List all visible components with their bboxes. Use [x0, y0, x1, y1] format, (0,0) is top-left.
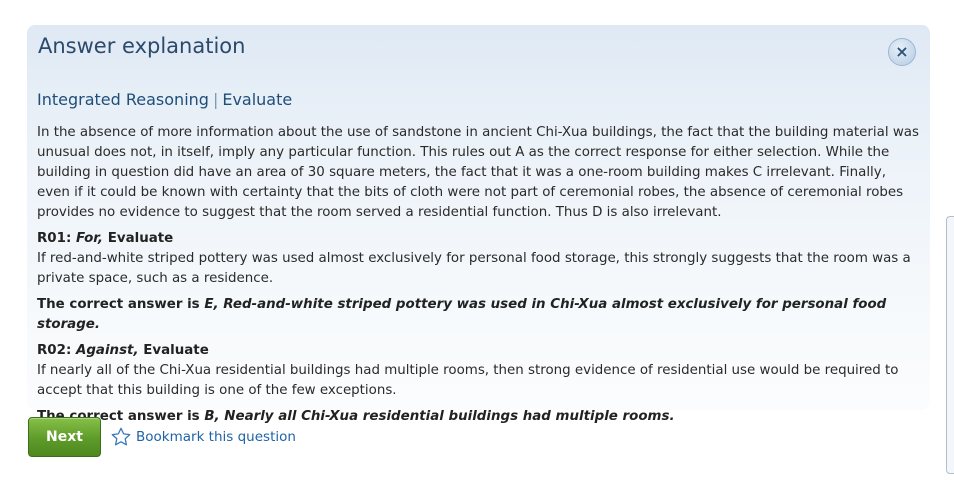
subtitle-separator: |	[212, 90, 219, 109]
r02-heading: R02: Against, Evaluate	[37, 341, 922, 361]
star-outline-icon	[111, 427, 131, 446]
explanation-intro: In the absence of more information about…	[37, 125, 919, 220]
close-button[interactable]: ×	[888, 38, 916, 66]
vertical-scrollbar[interactable]	[946, 216, 954, 474]
r01-correct-answer: The correct answer is E, Red-and-white s…	[37, 295, 922, 335]
r02-correct-answer: The correct answer is B, Nearly all Chi-…	[37, 407, 922, 427]
r02-code: R02:	[37, 343, 72, 358]
bookmark-question-link[interactable]: Bookmark this question	[110, 425, 296, 449]
r02-stance: Against,	[75, 343, 139, 358]
r01-answer-prefix: The correct answer is	[37, 297, 200, 312]
r01-heading: R01: For, Evaluate	[37, 229, 922, 249]
r01-type: Evaluate	[107, 231, 174, 246]
section-subtitle: Integrated Reasoning | Evaluate	[37, 90, 292, 109]
r01-text: If red-and-white striped pottery was use…	[37, 251, 911, 286]
close-icon: ×	[895, 42, 909, 61]
explanation-body: In the absence of more information about…	[37, 123, 922, 433]
r02-answer-value: B, Nearly all Chi-Xua residential buildi…	[204, 409, 675, 424]
bookmark-label: Bookmark this question	[136, 429, 296, 445]
subtitle-category: Integrated Reasoning	[37, 90, 209, 109]
subtitle-question-type: Evaluate	[222, 90, 293, 109]
r01-stance: For,	[75, 231, 104, 246]
next-button[interactable]: Next	[28, 417, 101, 457]
answer-explanation-panel: Answer explanation × Integrated Reasonin…	[27, 25, 930, 424]
r02-text: If nearly all of the Chi-Xua residential…	[37, 363, 899, 398]
r01-code: R01:	[37, 231, 72, 246]
r02-type: Evaluate	[143, 343, 209, 358]
panel-title: Answer explanation	[38, 34, 246, 58]
